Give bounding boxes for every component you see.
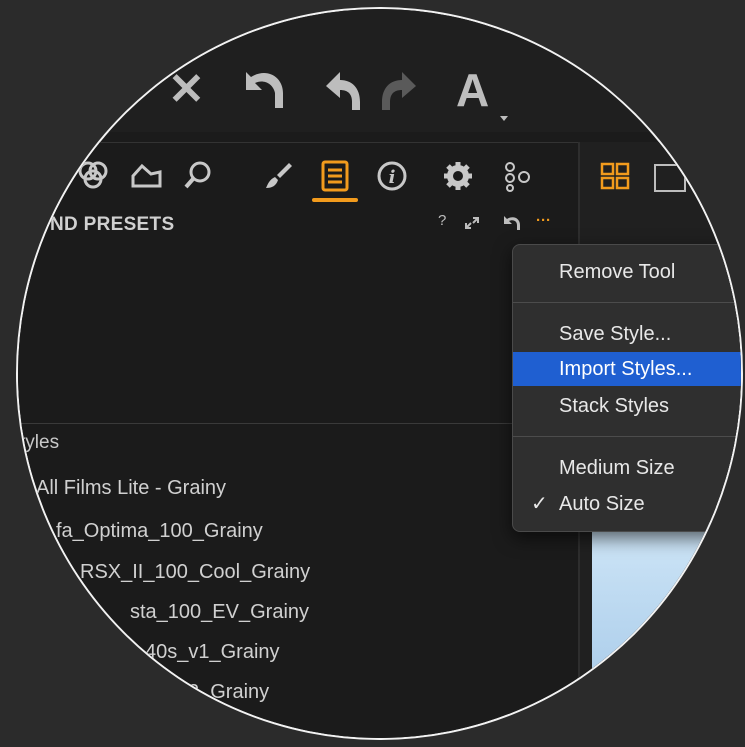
app-window: ✕ A i ND PRESETS ? ··· tyles All Films L…: [18, 9, 741, 738]
undo-icon[interactable]: [322, 68, 362, 120]
style-item[interactable]: All Films Lite - Grainy: [36, 477, 226, 500]
single-view-icon[interactable]: [654, 164, 686, 192]
image-preview: [592, 522, 741, 738]
info-icon[interactable]: i: [376, 160, 408, 198]
menu-item-stack-styles[interactable]: Stack Styles: [559, 389, 741, 423]
menu-separator: [513, 436, 741, 437]
more-options-icon[interactable]: ···: [536, 212, 551, 229]
menu-item-save-style[interactable]: Save Style...: [559, 317, 741, 351]
chevron-down-icon: [500, 116, 508, 121]
text-icon[interactable]: A: [456, 67, 489, 113]
style-item[interactable]: 40s_v1_Grainy: [145, 641, 280, 664]
redo-icon[interactable]: [380, 68, 420, 120]
undo-icon[interactable]: [240, 68, 286, 120]
panel-title: ND PRESETS: [50, 214, 175, 235]
menu-item-remove-tool[interactable]: Remove Tool: [559, 255, 741, 289]
screenshot-stage: ✕ A i ND PRESETS ? ··· tyles All Films L…: [0, 0, 745, 747]
reset-icon[interactable]: [502, 214, 520, 234]
more-tools-icon[interactable]: [502, 160, 534, 198]
menu-item-import-styles[interactable]: Import Styles...: [513, 352, 741, 386]
magnifier-lens: ✕ A i ND PRESETS ? ··· tyles All Films L…: [16, 7, 743, 740]
style-item[interactable]: v2_Grainy: [178, 681, 269, 704]
style-item[interactable]: fa_Optima_100_Grainy: [56, 520, 263, 543]
styles-section-label: tyles: [20, 432, 60, 453]
close-icon[interactable]: ✕: [168, 68, 205, 112]
styles-panel: [18, 210, 577, 738]
help-icon[interactable]: ?: [438, 212, 446, 229]
menu-item-medium-size[interactable]: Medium Size: [559, 451, 741, 485]
menu-item-auto-size[interactable]: Auto Size: [559, 487, 741, 521]
color-icon[interactable]: [76, 160, 110, 196]
style-item[interactable]: RSX_II_100_Cool_Grainy: [80, 561, 310, 584]
style-item[interactable]: sta_100_EV_Grainy: [130, 601, 309, 624]
expand-icon[interactable]: [464, 216, 480, 234]
panel-context-menu: Remove Tool Save Style... Import Styles.…: [512, 244, 741, 532]
checkmark-icon: ✓: [531, 493, 548, 515]
styles-icon[interactable]: [318, 160, 352, 198]
settings-icon[interactable]: [442, 160, 474, 198]
panel-separator: [18, 423, 577, 424]
active-tab-indicator: [312, 198, 358, 202]
svg-text:i: i: [389, 167, 396, 188]
search-icon[interactable]: [182, 160, 216, 196]
menu-separator: [513, 302, 741, 303]
brush-icon[interactable]: [264, 160, 294, 196]
grid-view-icon[interactable]: [600, 162, 630, 195]
exposure-icon[interactable]: [130, 160, 164, 196]
